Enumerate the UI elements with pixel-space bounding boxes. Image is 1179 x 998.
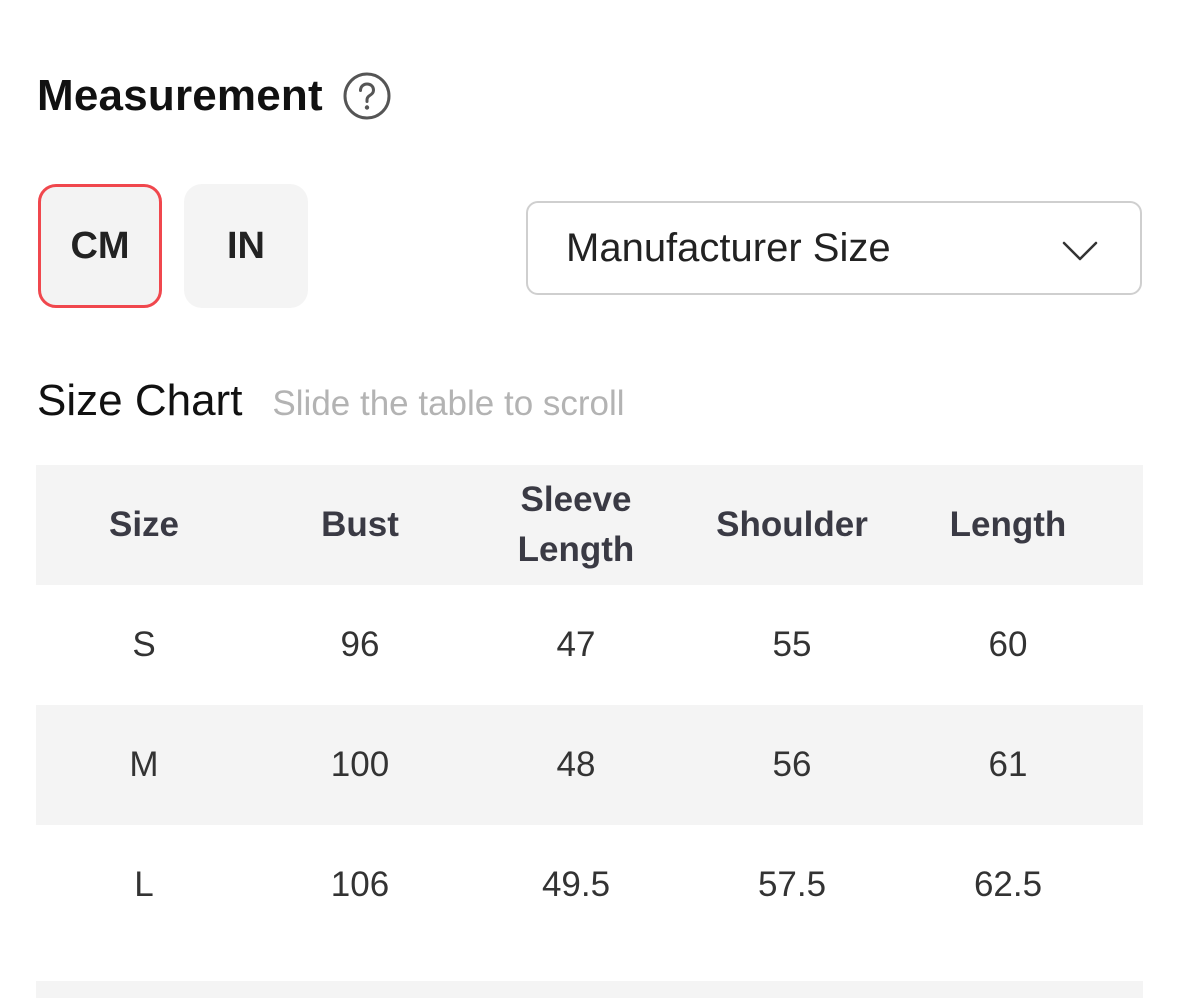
table-cell: 61 — [988, 745, 1028, 784]
unit-in-button[interactable]: IN — [184, 184, 308, 308]
size-chart-header: Size Chart Slide the table to scroll — [37, 376, 625, 436]
size-type-select-value: Manufacturer Size — [566, 225, 891, 270]
table-row: S 96 47 55 60 — [36, 585, 1143, 705]
column-header-bust: Bust — [321, 505, 399, 544]
column-header-sleeve-length: Sleeve Length — [517, 480, 635, 569]
table-cell: 62.5 — [973, 865, 1043, 904]
table-cell: 55 — [772, 625, 812, 664]
column-header-size: Size — [108, 505, 180, 544]
table-cell: 100 — [330, 745, 390, 784]
table-cell: 60 — [988, 625, 1028, 664]
table-next-row-edge — [36, 981, 1143, 998]
chevron-down-icon — [1062, 241, 1098, 261]
table-cell: 48 — [556, 745, 596, 784]
table-cell: 47 — [556, 625, 596, 664]
unit-cm-button[interactable]: CM — [38, 184, 162, 308]
table-cell: L — [134, 865, 154, 904]
table-row: M 100 48 56 61 — [36, 705, 1143, 825]
table-row: L 106 49.5 57.5 62.5 — [36, 825, 1143, 945]
column-header-length: Length — [949, 505, 1067, 544]
size-chart-title: Size Chart — [37, 376, 243, 425]
size-chart-hint: Slide the table to scroll — [272, 384, 625, 423]
question-circle-icon[interactable] — [343, 72, 391, 120]
column-header-shoulder: Shoulder — [716, 505, 868, 544]
table-cell: 56 — [772, 745, 812, 784]
measurement-header: Measurement — [37, 66, 391, 126]
size-chart-table[interactable]: Size Bust Sleeve Length Shoulder Length … — [36, 465, 1143, 945]
table-cell: 96 — [340, 625, 380, 664]
size-type-select[interactable]: Manufacturer Size — [526, 201, 1142, 295]
table-cell: M — [129, 745, 159, 784]
table-cell: 57.5 — [757, 865, 827, 904]
table-cell: 49.5 — [541, 865, 611, 904]
table-header-row: Size Bust Sleeve Length Shoulder Length — [36, 465, 1143, 585]
table-cell: 106 — [330, 865, 390, 904]
table-cell: S — [132, 625, 156, 664]
page-title: Measurement — [37, 71, 323, 120]
